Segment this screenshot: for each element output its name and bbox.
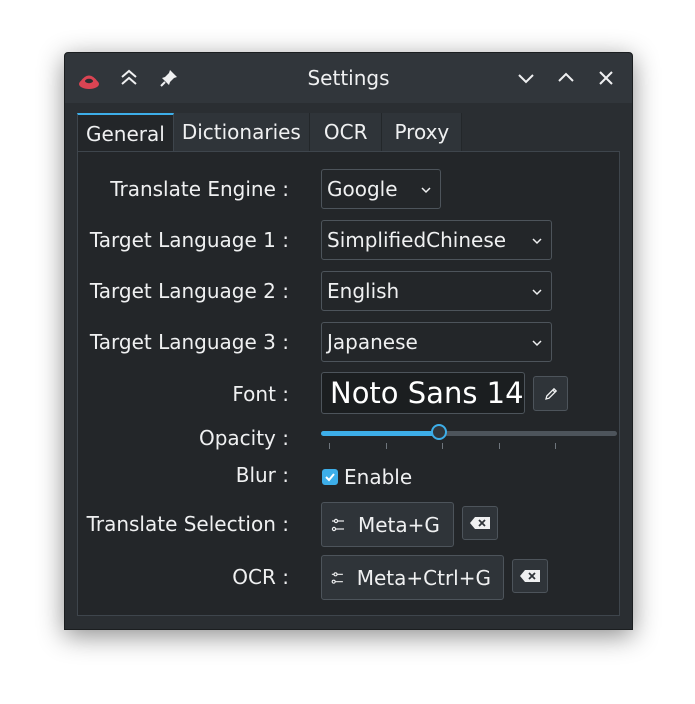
- font-display: Noto Sans 14: [321, 372, 525, 414]
- title-bar: Settings: [65, 53, 632, 103]
- blur-label: Blur :: [235, 463, 289, 487]
- maximize-icon[interactable]: [552, 64, 580, 92]
- translate-selection-shortcut-button[interactable]: Meta+G: [321, 502, 454, 547]
- font-edit-button[interactable]: [533, 376, 568, 411]
- translate-selection-shortcut-value: Meta+G: [358, 512, 440, 537]
- target-language-3-label: Target Language 3 :: [89, 330, 289, 354]
- ocr-shortcut-button[interactable]: Meta+Ctrl+G: [321, 555, 504, 600]
- chevron-down-icon: [532, 289, 542, 296]
- window-title: Settings: [307, 66, 390, 90]
- clear-ocr-shortcut-button[interactable]: [512, 559, 548, 593]
- general-panel: Translate Engine : Google Target Languag…: [77, 151, 620, 616]
- target-language-1-select[interactable]: SimplifiedChinese: [321, 220, 552, 260]
- shortcut-settings-icon: [331, 518, 344, 531]
- ocr-shortcut-value: Meta+Ctrl+G: [356, 565, 491, 590]
- blur-enable-label[interactable]: Enable: [344, 465, 412, 489]
- pencil-icon: [544, 387, 557, 400]
- clear-shortcut-icon: [520, 570, 540, 582]
- tab-dictionaries[interactable]: Dictionaries: [173, 113, 310, 151]
- target-language-2-value: English: [327, 279, 400, 303]
- translate-engine-value: Google: [327, 177, 398, 201]
- tab-proxy[interactable]: Proxy: [382, 113, 463, 151]
- ocr-label: OCR :: [232, 565, 289, 589]
- slider-tick: [329, 443, 330, 449]
- chevron-down-icon: [421, 187, 431, 194]
- translate-engine-select[interactable]: Google: [321, 169, 441, 209]
- blur-enable-checkbox[interactable]: [322, 469, 338, 485]
- slider-tick: [442, 443, 443, 449]
- target-language-1-label: Target Language 1 :: [89, 228, 289, 252]
- opacity-slider-fill: [321, 431, 440, 436]
- close-icon[interactable]: [592, 64, 620, 92]
- font-label: Font :: [232, 382, 289, 406]
- minimize-icon[interactable]: [512, 64, 540, 92]
- opacity-slider-handle[interactable]: [431, 424, 448, 440]
- shortcut-settings-icon: [331, 571, 343, 584]
- target-language-3-value: Japanese: [327, 330, 418, 354]
- clear-shortcut-icon: [470, 517, 490, 529]
- translate-selection-label: Translate Selection :: [86, 512, 289, 536]
- chevron-down-icon: [532, 238, 542, 245]
- target-language-1-value: SimplifiedChinese: [327, 228, 507, 252]
- tab-ocr[interactable]: OCR: [309, 113, 383, 151]
- target-language-2-label: Target Language 2 :: [89, 279, 289, 303]
- translate-engine-label: Translate Engine :: [110, 177, 289, 201]
- target-language-3-select[interactable]: Japanese: [321, 322, 552, 362]
- checkmark-icon: [325, 473, 335, 482]
- tab-bar: General Dictionaries OCR Proxy: [77, 113, 463, 152]
- slider-tick: [555, 443, 556, 449]
- opacity-slider[interactable]: [321, 424, 617, 449]
- clear-translate-selection-button[interactable]: [462, 506, 498, 540]
- chevron-down-icon: [532, 340, 542, 347]
- tab-general[interactable]: General: [77, 113, 174, 152]
- settings-window: Settings General Dictionaries OCR Proxy …: [64, 52, 633, 630]
- target-language-2-select[interactable]: English: [321, 271, 552, 311]
- opacity-label: Opacity :: [198, 426, 289, 450]
- slider-tick: [386, 443, 387, 449]
- slider-tick: [499, 443, 500, 449]
